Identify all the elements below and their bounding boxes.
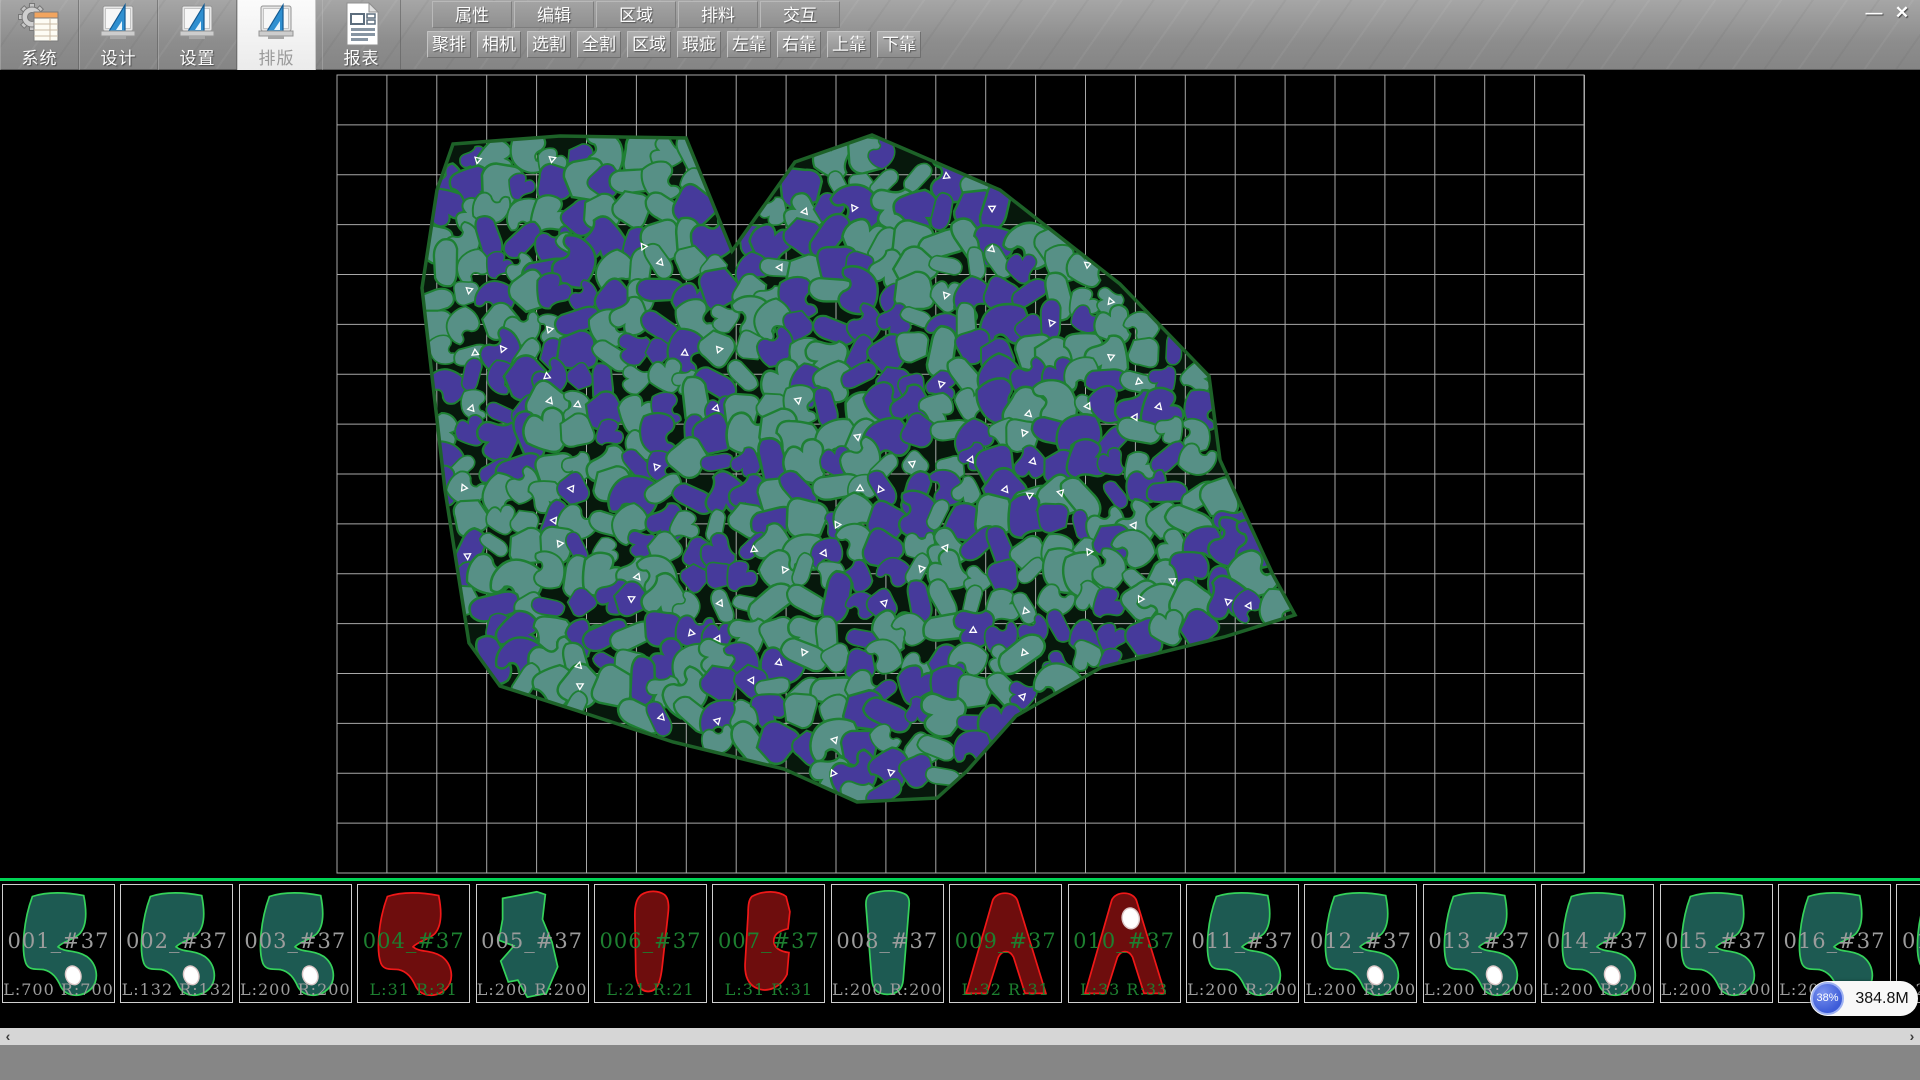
thumbnail-name: 009_#37: [950, 929, 1061, 953]
thumbnail-name: 002_#37: [121, 929, 232, 953]
thumbnail-size: L:200 R:200: [1661, 980, 1772, 999]
thumbnail-cell-15[interactable]: 015_#37 L:200 R:200: [1660, 884, 1773, 1003]
thumbnail-size: L:21 R:21: [595, 980, 706, 999]
thumbnail-name: 016_#37: [1779, 929, 1890, 953]
thumbnail-name: 013_#37: [1424, 929, 1535, 953]
thumbnail-size: L:33 R:33: [1069, 980, 1180, 999]
thumbnail-size: L:200 R:200: [1424, 980, 1535, 999]
thumbnail-name: 017_#37: [1897, 929, 1920, 953]
thumbnail-cell-12[interactable]: 012_#37 L:200 R:200: [1304, 884, 1417, 1003]
thumbnail-name: 001_#37: [3, 929, 114, 953]
minimize-icon[interactable]: —: [1860, 2, 1888, 23]
main-button-2[interactable]: 设计: [79, 0, 158, 70]
nesting-canvas[interactable]: [0, 70, 1920, 878]
tool-button-3[interactable]: 选割: [527, 31, 571, 58]
thumbnail-cell-11[interactable]: 011_#37 L:200 R:200: [1186, 884, 1299, 1003]
tool-button-bar: 聚排相机选割全割区域瑕疵左靠右靠上靠下靠: [427, 31, 927, 59]
thumbnail-cell-8[interactable]: 008_#37 L:200 R:200: [831, 884, 944, 1003]
thumbnail-cell-9[interactable]: 009_#37 L:32 R:31: [949, 884, 1062, 1003]
tool-button-1[interactable]: 聚排: [427, 31, 471, 58]
progress-circle: 38%: [1811, 982, 1844, 1015]
tool-button-10[interactable]: 下靠: [877, 31, 921, 58]
thumbnail-size: L:132 R:132: [121, 980, 232, 999]
menu-tab-3[interactable]: 区域: [596, 1, 676, 28]
tool-button-2[interactable]: 相机: [477, 31, 521, 58]
scroll-right-icon[interactable]: ›: [1904, 1028, 1920, 1045]
main-button-label: 排版: [238, 44, 315, 69]
thumbnail-size: L:200 R:200: [832, 980, 943, 999]
thumbnail-cell-10[interactable]: 010_#37 L:33 R:33: [1068, 884, 1181, 1003]
thumbnail-size: L:200 R:200: [1187, 980, 1298, 999]
main-button-4[interactable]: 排版: [237, 0, 316, 70]
thumbnail-cell-2[interactable]: 002_#37 L:132 R:132: [120, 884, 233, 1003]
nesting-drawing: [0, 70, 1920, 878]
scroll-left-icon[interactable]: ‹: [0, 1028, 16, 1045]
memory-badge: 38% 384.8M: [1810, 981, 1918, 1016]
menu-tab-bar: 属性编辑区域排料交互: [432, 1, 842, 29]
thumbnail-name: 008_#37: [832, 929, 943, 953]
thumbnail-name: 007_#37: [713, 929, 824, 953]
thumbnail-cell-6[interactable]: 006_#37 L:21 R:21: [594, 884, 707, 1003]
thumbnail-name: 012_#37: [1305, 929, 1416, 953]
tool-button-4[interactable]: 全割: [577, 31, 621, 58]
thumbnail-cell-5[interactable]: 005_#37 L:200 R:200: [476, 884, 589, 1003]
thumbnail-cell-4[interactable]: 004_#37 L:31 R:31: [357, 884, 470, 1003]
thumbnail-size: L:700 R:700: [3, 980, 114, 999]
main-button-5[interactable]: 报表: [322, 0, 401, 70]
piece-thumbnail-strip: 001_#37 L:700 R:700 002_#37 L:132 R:132 …: [0, 878, 1920, 1028]
thumbnail-name: 003_#37: [240, 929, 351, 953]
thumbnail-size: L:200 R:200: [1305, 980, 1416, 999]
thumbnail-name: 010_#37: [1069, 929, 1180, 953]
app-window: 系统 设计 设置 排版: [0, 0, 1920, 1080]
horizontal-scrollbar[interactable]: ‹ ›: [0, 1028, 1920, 1045]
window-controls: —✕: [1860, 2, 1916, 24]
thumbnail-name: 005_#37: [477, 929, 588, 953]
thumbnail-size: L:32 R:31: [950, 980, 1061, 999]
main-button-1[interactable]: 系统: [0, 0, 79, 70]
thumbnail-size: L:200 R:200: [477, 980, 588, 999]
nesting-icon: [254, 1, 300, 47]
close-icon[interactable]: ✕: [1888, 2, 1916, 23]
menu-tab-2[interactable]: 编辑: [514, 1, 594, 28]
main-button-label: 报表: [323, 44, 400, 69]
menu-tab-1[interactable]: 属性: [432, 1, 512, 28]
tool-button-9[interactable]: 上靠: [827, 31, 871, 58]
window-bottom-edge: [0, 1045, 1920, 1080]
tool-button-8[interactable]: 右靠: [777, 31, 821, 58]
toolbar: 系统 设计 设置 排版: [0, 0, 1920, 70]
system-icon: [17, 1, 63, 47]
thumbnail-name: 015_#37: [1661, 929, 1772, 953]
menu-tab-5[interactable]: 交互: [760, 1, 840, 28]
thumbnail-name: 014_#37: [1542, 929, 1653, 953]
thumbnail-cell-7[interactable]: 007_#37 L:31 R:31: [712, 884, 825, 1003]
thumbnail-name: 011_#37: [1187, 929, 1298, 953]
settings-icon: [175, 1, 221, 47]
menu-tab-4[interactable]: 排料: [678, 1, 758, 28]
main-button-label: 设置: [159, 44, 236, 69]
strip-divider: [0, 878, 1920, 881]
thumbnail-size: L:200 R:200: [1542, 980, 1653, 999]
thumbnail-size: L:31 R:31: [358, 980, 469, 999]
tool-button-5[interactable]: 区域: [627, 31, 671, 58]
main-button-label: 设计: [80, 44, 157, 69]
report-icon: [339, 1, 385, 47]
thumbnail-name: 006_#37: [595, 929, 706, 953]
thumbnail-size: L:31 R:31: [713, 980, 824, 999]
design-icon: [96, 1, 142, 47]
thumbnail-size: L:200 R:200: [240, 980, 351, 999]
tool-button-7[interactable]: 左靠: [727, 31, 771, 58]
main-button-label: 系统: [1, 44, 78, 69]
memory-value: 384.8M: [1850, 981, 1914, 1016]
tool-button-6[interactable]: 瑕疵: [677, 31, 721, 58]
main-button-3[interactable]: 设置: [158, 0, 237, 70]
thumbnail-cell-14[interactable]: 014_#37 L:200 R:200: [1541, 884, 1654, 1003]
thumbnail-cell-3[interactable]: 003_#37 L:200 R:200: [239, 884, 352, 1003]
thumbnail-name: 004_#37: [358, 929, 469, 953]
thumbnail-cell-13[interactable]: 013_#37 L:200 R:200: [1423, 884, 1536, 1003]
thumbnail-cell-1[interactable]: 001_#37 L:700 R:700: [2, 884, 115, 1003]
